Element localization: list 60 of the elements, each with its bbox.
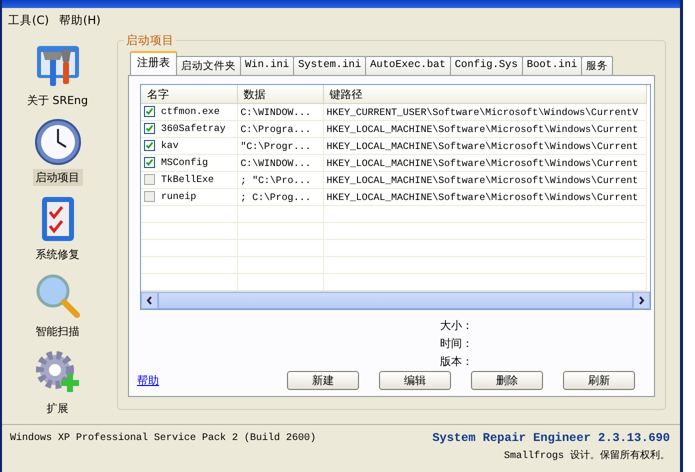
sidebar-item[interactable]: 关于 SREng [24,92,92,109]
action-button[interactable]: 新建 [287,371,359,390]
tab[interactable]: 启动文件夹 [176,56,241,75]
tab[interactable]: Config.Sys [450,56,523,75]
detail-label: 时间： [440,336,473,351]
checkbox[interactable] [144,157,155,168]
scroll-right-button[interactable] [633,292,650,309]
table-cell: TkBellExe [161,174,214,186]
sidebar-item[interactable]: 系统修复 [32,246,82,263]
table-cell: HKEY_LOCAL_MACHINE\Software\Microsoft\Windows\Current [326,124,638,134]
column-header[interactable]: 名字 [141,85,237,104]
tab[interactable]: Win.ini [240,56,294,75]
table-cell: HKEY_LOCAL_MACHINE\Software\Microsoft\Windows\Current [326,158,638,168]
checkbox[interactable] [144,123,155,134]
column-header[interactable]: 数据 [237,85,323,104]
scroll-left-button[interactable] [141,292,158,309]
copyright-text: Smallfrogs 设计。保留所有权利。 [504,448,670,462]
checkbox[interactable] [144,174,155,186]
table-cell: HKEY_LOCAL_MACHINE\Software\Microsoft\Windows\Current [326,174,638,186]
scrollbar-thumb[interactable] [158,292,633,309]
sidebar-item[interactable]: 启动项目 [32,169,82,186]
table-cell: 360Safetray [161,123,226,134]
tab[interactable]: AutoExec.bat [365,56,451,75]
tab[interactable]: 注册表 [130,51,177,75]
table-cell: C:\WINDOW... [240,106,312,118]
table-cell: runeip [161,191,196,202]
table-cell: ctfmon.exe [161,106,220,118]
sidebar-item[interactable]: 智能扫描 [32,323,82,340]
table-cell: MSConfig [161,157,208,168]
checkbox[interactable] [144,140,155,152]
table-cell: HKEY_LOCAL_MACHINE\Software\Microsoft\Windows\Current [326,192,638,202]
menu-item[interactable]: 工具(C) [8,13,50,28]
table-cell: kav [161,140,179,152]
detail-label: 版本： [440,354,473,369]
table-cell: C:\Progra... [240,124,312,134]
action-button[interactable]: 刷新 [563,371,635,390]
detail-label: 大小： [440,318,473,333]
table-cell: HKEY_CURRENT_USER\Software\Microsoft\Windows\CurrentV [326,106,638,118]
help-link[interactable]: 帮助 [137,373,287,388]
table-cell: ; C:\Prog... [240,192,312,202]
column-header[interactable]: 键路径 [323,85,646,104]
checkbox[interactable] [144,106,155,118]
os-info: Windows XP Professional Service Pack 2 (Build 2600) [10,433,316,446]
chevron-left-icon [146,296,153,305]
tab[interactable]: System.ini [293,56,366,75]
checkbox[interactable] [144,191,155,202]
group-title: 启动项目 [124,33,176,48]
table-cell: ; "C:\Pro... [240,174,312,186]
table-cell: C:\WINDOW... [240,158,312,168]
sidebar-item[interactable]: 扩展 [44,400,72,417]
table-cell: HKEY_LOCAL_MACHINE\Software\Microsoft\Windows\Current [326,140,638,152]
product-name: System Repair Engineer 2.3.13.690 [432,431,670,445]
action-button[interactable]: 编辑 [379,371,451,390]
table-cell: "C:\Progr... [240,140,312,152]
action-button[interactable]: 删除 [471,371,543,390]
menu-item[interactable]: 帮助(H) [59,13,101,28]
tab[interactable]: 服务 [581,56,614,75]
tab[interactable]: Boot.ini [522,56,582,75]
chevron-right-icon [638,296,645,305]
clock-icon [32,117,82,167]
